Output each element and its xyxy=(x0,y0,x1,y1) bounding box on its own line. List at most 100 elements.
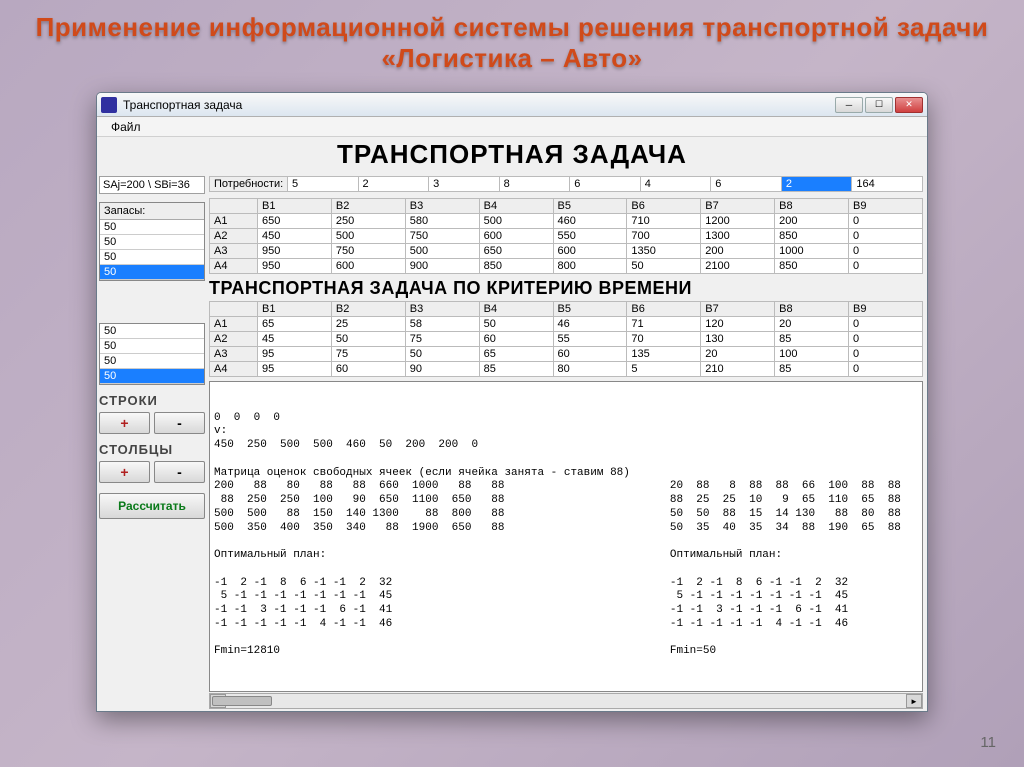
table-cell[interactable]: 600 xyxy=(331,259,405,274)
table-cell[interactable]: 500 xyxy=(479,214,553,229)
time-grid[interactable]: B1B2B3B4B5B6B7B8B9 A1652558504671120200A… xyxy=(209,301,923,377)
table-cell[interactable]: 1350 xyxy=(627,244,701,259)
table-cell[interactable]: 200 xyxy=(775,214,849,229)
column-header[interactable]: B6 xyxy=(627,302,701,317)
table-cell[interactable]: 0 xyxy=(849,214,923,229)
table-cell[interactable]: 0 xyxy=(849,229,923,244)
table-cell[interactable]: 1000 xyxy=(775,244,849,259)
table-cell[interactable]: 750 xyxy=(331,244,405,259)
column-header[interactable]: B3 xyxy=(405,302,479,317)
table-row[interactable]: A495609085805210850 xyxy=(210,362,923,377)
table-cell[interactable]: 2 xyxy=(358,177,429,192)
table-cell[interactable]: 2 xyxy=(781,177,852,192)
table-cell[interactable]: 60 xyxy=(553,347,627,362)
table-cell[interactable]: 200 xyxy=(701,244,775,259)
table-cell[interactable]: 60 xyxy=(331,362,405,377)
column-header[interactable]: B7 xyxy=(701,302,775,317)
table-cell[interactable]: 850 xyxy=(775,229,849,244)
table-cell[interactable]: 85 xyxy=(479,362,553,377)
table-cell[interactable]: 3 xyxy=(429,177,500,192)
table-cell[interactable]: 135 xyxy=(627,347,701,362)
table-cell[interactable]: 0 xyxy=(849,347,923,362)
table-cell[interactable]: 650 xyxy=(258,214,332,229)
table-cell[interactable]: 1300 xyxy=(701,229,775,244)
table-cell[interactable]: 460 xyxy=(553,214,627,229)
table-cell[interactable]: 75 xyxy=(331,347,405,362)
calculate-button[interactable]: Рассчитать xyxy=(99,493,205,519)
table-cell[interactable]: 120 xyxy=(701,317,775,332)
table-cell[interactable]: 250 xyxy=(331,214,405,229)
list-item[interactable]: 50 xyxy=(100,250,204,265)
table-row[interactable]: A1652558504671120200 xyxy=(210,317,923,332)
table-cell[interactable]: 950 xyxy=(258,244,332,259)
column-header[interactable]: B2 xyxy=(331,302,405,317)
table-cell[interactable]: 450 xyxy=(258,229,332,244)
table-cell[interactable]: 700 xyxy=(627,229,701,244)
demands-grid[interactable]: Потребности:52386462164 xyxy=(209,176,923,192)
table-row[interactable]: A245050075060055070013008500 xyxy=(210,229,923,244)
scroll-thumb[interactable] xyxy=(212,696,272,706)
table-cell[interactable]: 65 xyxy=(479,347,553,362)
table-cell[interactable]: 2100 xyxy=(701,259,775,274)
table-cell[interactable]: 50 xyxy=(331,332,405,347)
table-cell[interactable]: 20 xyxy=(775,317,849,332)
table-cell[interactable]: 80 xyxy=(553,362,627,377)
row-header[interactable]: A3 xyxy=(210,244,258,259)
table-cell[interactable]: 85 xyxy=(775,332,849,347)
table-cell[interactable]: 710 xyxy=(627,214,701,229)
column-header[interactable] xyxy=(210,302,258,317)
table-cell[interactable]: 950 xyxy=(258,259,332,274)
table-cell[interactable]: 580 xyxy=(405,214,479,229)
sum-input[interactable] xyxy=(99,176,205,194)
table-cell[interactable]: 600 xyxy=(553,244,627,259)
column-header[interactable]: B3 xyxy=(405,199,479,214)
list-item[interactable]: 50 xyxy=(100,339,204,354)
table-cell[interactable]: 0 xyxy=(849,244,923,259)
list-item[interactable]: 50 xyxy=(100,220,204,235)
table-row[interactable]: A165025058050046071012002000 xyxy=(210,214,923,229)
table-cell[interactable]: 55 xyxy=(553,332,627,347)
column-header[interactable]: B5 xyxy=(553,199,627,214)
row-header[interactable]: A4 xyxy=(210,259,258,274)
table-cell[interactable]: 800 xyxy=(553,259,627,274)
table-row[interactable]: A39575506560135201000 xyxy=(210,347,923,362)
table-cell[interactable]: 0 xyxy=(849,317,923,332)
rows-remove-button[interactable]: - xyxy=(154,412,205,434)
close-button[interactable]: ✕ xyxy=(895,97,923,113)
column-header[interactable] xyxy=(210,199,258,214)
table-cell[interactable]: 95 xyxy=(258,362,332,377)
titlebar[interactable]: Транспортная задача ─ ☐ ✕ xyxy=(97,93,927,117)
column-header[interactable]: B7 xyxy=(701,199,775,214)
results-output[interactable]: 0 0 0 0 v: 450 250 500 500 460 50 200 20… xyxy=(209,381,923,692)
column-header[interactable]: B1 xyxy=(258,302,332,317)
column-header[interactable]: B6 xyxy=(627,199,701,214)
rows-add-button[interactable]: + xyxy=(99,412,150,434)
table-cell[interactable]: 650 xyxy=(479,244,553,259)
stocks-table-bottom[interactable]: 50505050 xyxy=(99,323,205,385)
column-header[interactable]: B9 xyxy=(849,199,923,214)
table-cell[interactable]: 50 xyxy=(627,259,701,274)
table-cell[interactable]: 0 xyxy=(849,362,923,377)
table-cell[interactable]: 95 xyxy=(258,347,332,362)
table-cell[interactable]: 71 xyxy=(627,317,701,332)
table-cell[interactable]: 100 xyxy=(775,347,849,362)
column-header[interactable]: B8 xyxy=(775,302,849,317)
table-cell[interactable]: 50 xyxy=(405,347,479,362)
table-cell[interactable]: 60 xyxy=(479,332,553,347)
row-header[interactable]: A4 xyxy=(210,362,258,377)
column-header[interactable]: B4 xyxy=(479,302,553,317)
table-cell[interactable]: 20 xyxy=(701,347,775,362)
table-cell[interactable]: 65 xyxy=(258,317,332,332)
table-cell[interactable]: 46 xyxy=(553,317,627,332)
menu-file[interactable]: Файл xyxy=(103,118,149,136)
cols-add-button[interactable]: + xyxy=(99,461,150,483)
table-cell[interactable]: 1200 xyxy=(701,214,775,229)
row-header[interactable]: A3 xyxy=(210,347,258,362)
row-header[interactable]: A2 xyxy=(210,332,258,347)
maximize-button[interactable]: ☐ xyxy=(865,97,893,113)
table-cell[interactable]: 210 xyxy=(701,362,775,377)
stocks-table-top[interactable]: Запасы: 50505050 xyxy=(99,202,205,281)
table-cell[interactable]: 900 xyxy=(405,259,479,274)
table-cell[interactable]: 70 xyxy=(627,332,701,347)
table-cell[interactable]: 750 xyxy=(405,229,479,244)
